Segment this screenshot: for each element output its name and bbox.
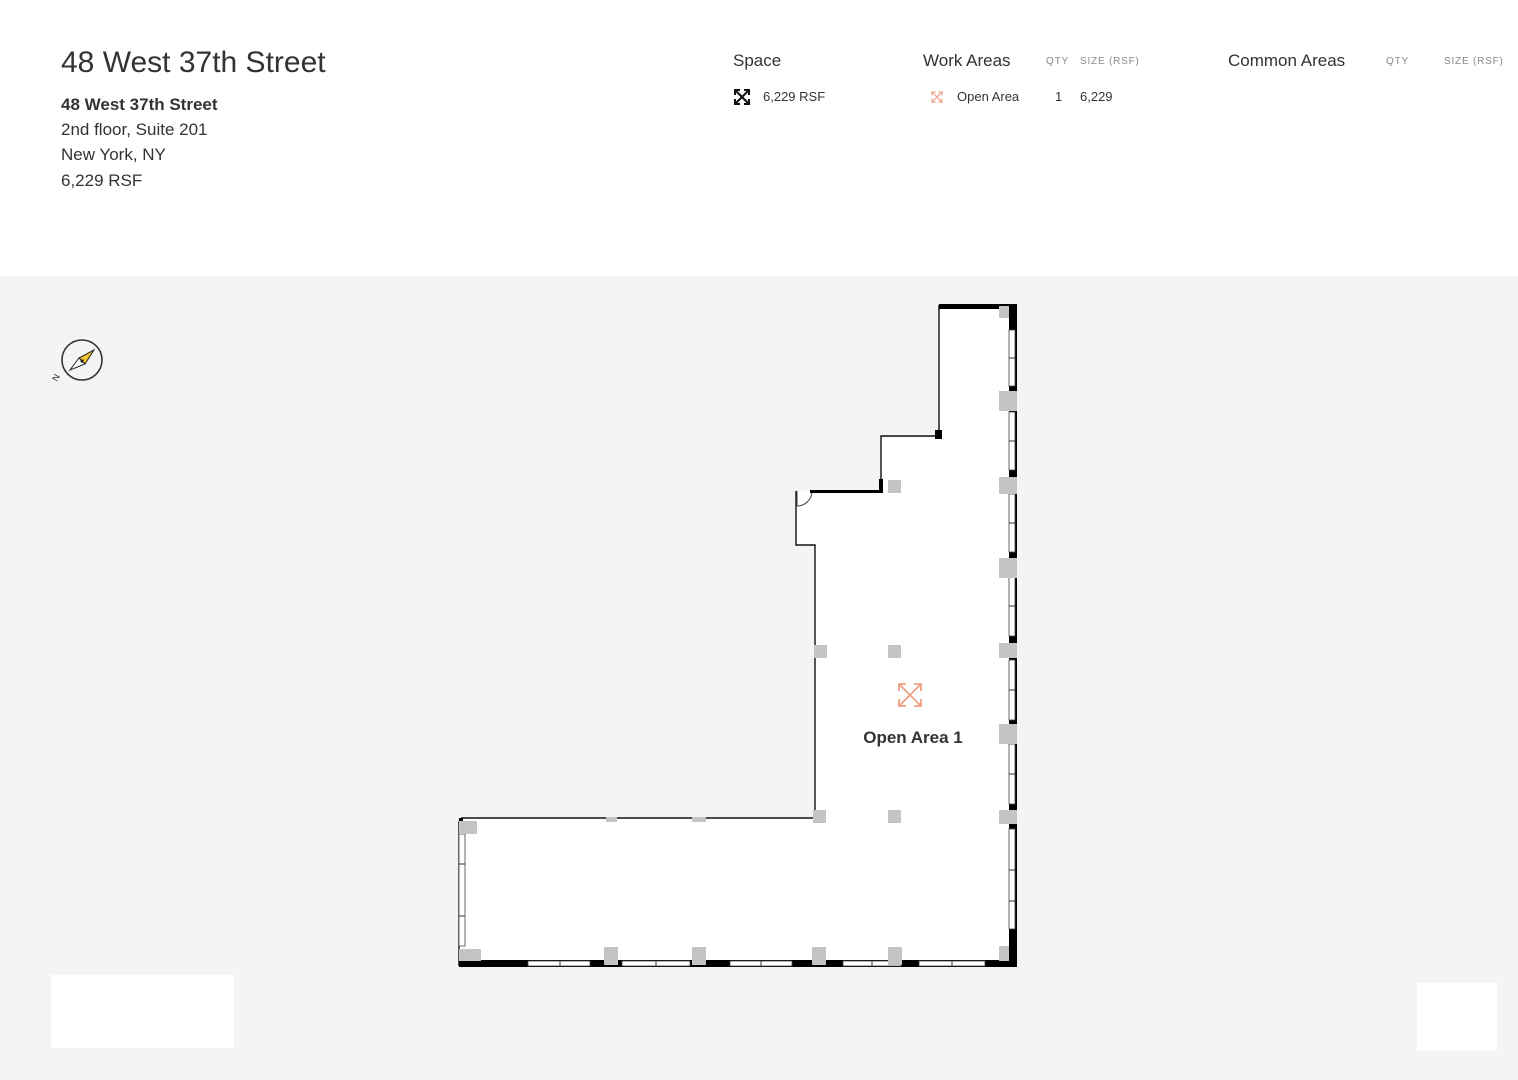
expand-arrows-icon [931,91,943,103]
compass-icon: N [50,339,103,383]
windows-east [1008,329,1016,930]
address-size: 6,229 RSF [61,171,143,190]
work-area-size: 6,229 [1080,89,1113,104]
open-area-floor [459,305,1016,966]
space-heading: Space [733,51,782,70]
space-value: 6,229 RSF [763,89,826,104]
expand-arrows-icon [734,89,750,105]
common-areas-qty-header: QTY [1386,56,1409,67]
common-areas-size-header: SIZE (RSF) [1444,56,1504,67]
room-label: Open Area 1 [863,728,963,747]
work-areas-heading: Work Areas [923,51,1011,70]
address-suite: 2nd floor, Suite 201 [61,120,208,139]
address-city: New York, NY [61,145,166,164]
floorplan-canvas: N Open Area 1 [0,276,1518,1080]
windows-west [458,833,466,947]
address-building: 48 West 37th Street [61,95,218,114]
common-areas-heading: Common Areas [1228,51,1346,70]
work-areas-qty-header: QTY [1046,56,1069,67]
floorplan: N Open Area 1 [50,304,1017,967]
work-area-qty: 1 [1055,89,1063,104]
compass-north-label: N [50,372,62,383]
work-areas-size-header: SIZE (RSF) [1080,56,1140,67]
work-area-name: Open Area [957,89,1020,104]
listing-header: 48 West 37th Street 48 West 37th Street … [0,0,1518,276]
page-title: 48 West 37th Street [61,46,326,79]
